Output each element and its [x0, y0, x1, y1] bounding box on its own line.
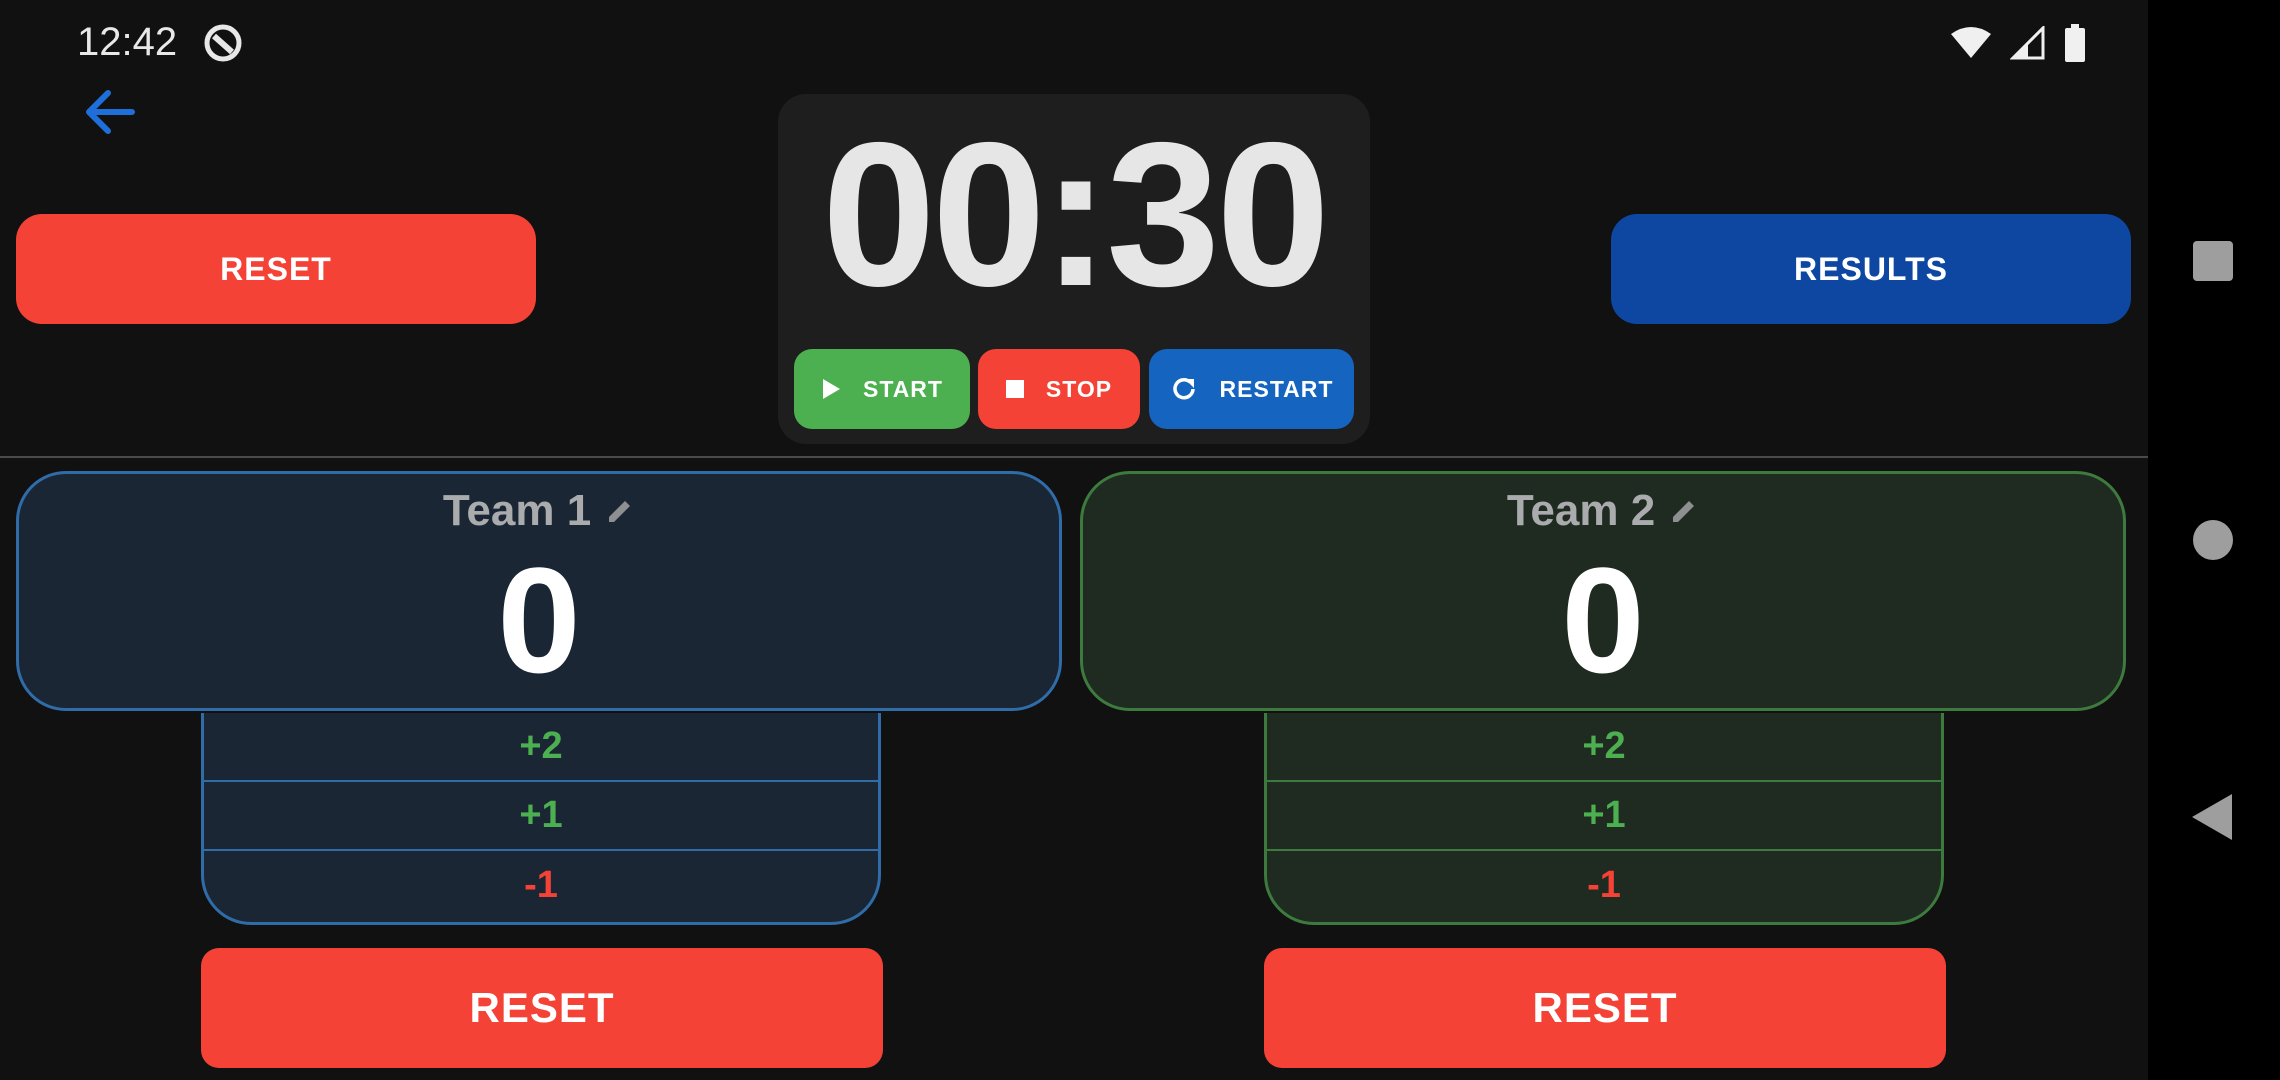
- team-2-reset-button[interactable]: RESET: [1264, 948, 1946, 1068]
- team-2-name-row: Team 2: [1080, 486, 2126, 536]
- team-1-score: 0: [497, 536, 581, 704]
- back-arrow-icon[interactable]: [80, 82, 140, 142]
- app-notification-icon: [204, 24, 242, 62]
- wifi-icon: [1951, 27, 1991, 58]
- start-label: START: [863, 375, 943, 402]
- cellular-signal-icon: [2010, 26, 2045, 60]
- refresh-icon: [1172, 377, 1195, 400]
- team-2-score: 0: [1561, 536, 1645, 704]
- team-2-score-panel: +2 +1 -1: [1264, 713, 1944, 925]
- restart-button[interactable]: RESTART: [1149, 349, 1354, 429]
- home-icon[interactable]: [2193, 520, 2233, 560]
- team-1-plus-2-button[interactable]: +2: [204, 713, 878, 782]
- team-2-plus-1-button[interactable]: +1: [1267, 782, 1941, 851]
- stop-icon: [1005, 380, 1024, 398]
- team-1-reset-button[interactable]: RESET: [201, 948, 883, 1068]
- edit-pencil-icon[interactable]: [1669, 496, 1699, 526]
- team-1-plus-1-button[interactable]: +1: [204, 782, 878, 851]
- team-2-name: Team 2: [1506, 486, 1656, 535]
- team-1-score-panel: +2 +1 -1: [201, 713, 881, 925]
- restart-label: RESTART: [1219, 375, 1334, 402]
- timer-display: 00:30: [821, 100, 1330, 329]
- nav-back-icon[interactable]: [2192, 794, 2232, 840]
- reset-all-button[interactable]: RESET: [16, 214, 536, 324]
- stop-label: STOP: [1045, 375, 1113, 402]
- results-button[interactable]: RESULTS: [1611, 214, 2131, 324]
- divider: [0, 456, 2148, 458]
- play-icon: [823, 379, 841, 399]
- team-2-plus-2-button[interactable]: +2: [1267, 713, 1941, 782]
- team-1-name: Team 1: [442, 486, 592, 535]
- stop-button[interactable]: STOP: [978, 349, 1140, 429]
- edit-pencil-icon[interactable]: [605, 496, 635, 526]
- team-1-name-row: Team 1: [16, 486, 1062, 536]
- team-1-minus-1-button[interactable]: -1: [204, 851, 878, 920]
- status-icons: [1950, 22, 2086, 64]
- team-2-minus-1-button[interactable]: -1: [1267, 851, 1941, 920]
- start-button[interactable]: START: [794, 349, 970, 429]
- status-time: 12:42: [77, 20, 178, 64]
- recent-apps-icon[interactable]: [2193, 241, 2233, 281]
- battery-icon: [2065, 24, 2085, 62]
